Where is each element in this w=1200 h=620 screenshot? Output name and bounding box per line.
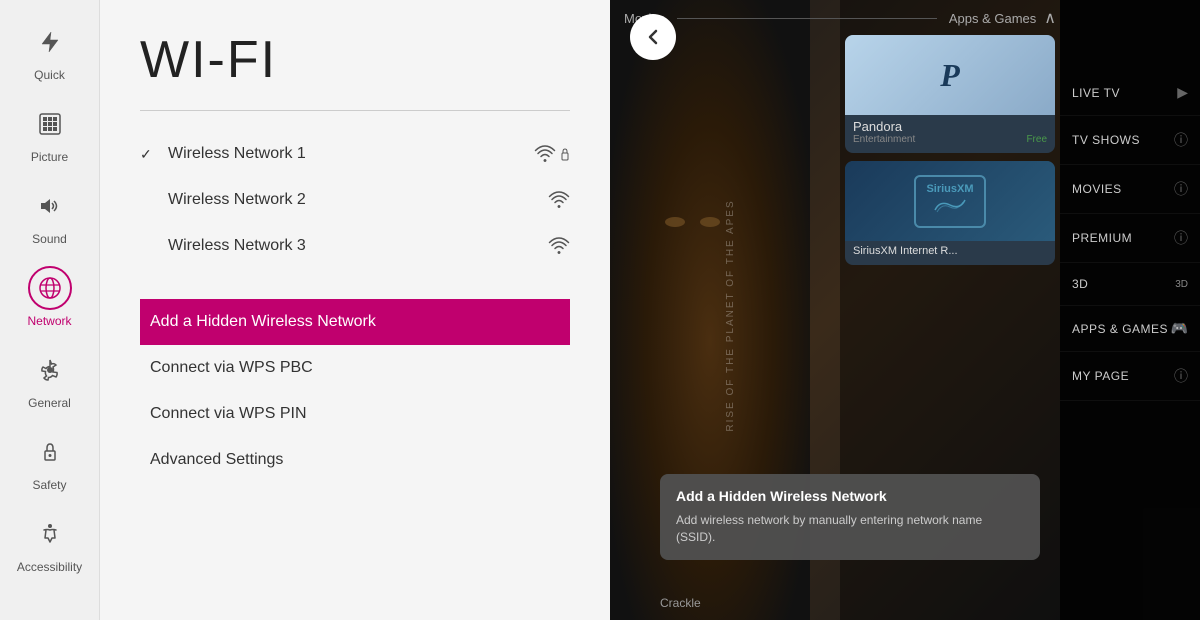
- siriusxm-name: SiriusXM Internet R...: [853, 245, 1047, 257]
- crackle-label: Crackle: [660, 596, 701, 610]
- wifi-panel: WI-FI ✓ Wireless Network 1 ✓: [100, 0, 610, 620]
- sidebar: Quick Picture: [0, 0, 100, 620]
- accessibility-icon: [28, 512, 72, 556]
- tv-nav-tv-shows[interactable]: TV SHOWS ⓘ: [1060, 116, 1200, 165]
- action-list: Add a Hidden Wireless Network Connect vi…: [140, 299, 570, 483]
- sidebar-item-picture-label: Picture: [31, 150, 68, 164]
- tv-nav-my-page[interactable]: MY PAGE ⓘ: [1060, 352, 1200, 401]
- sound-icon: [28, 184, 72, 228]
- pandora-sub: Entertainment: [853, 134, 915, 145]
- apps-games-nav-icon: 🎮: [1171, 320, 1188, 337]
- premium-icon: ⓘ: [1174, 228, 1188, 248]
- network-1-name: Wireless Network 1: [168, 145, 534, 163]
- network-2-name: Wireless Network 2: [168, 191, 548, 209]
- pandora-badge: Free: [1026, 134, 1047, 145]
- sidebar-item-quick-label: Quick: [34, 68, 65, 82]
- tooltip-title: Add a Hidden Wireless Network: [676, 488, 1024, 504]
- picture-icon: [28, 102, 72, 146]
- network-item-3[interactable]: ✓ Wireless Network 3: [140, 223, 570, 269]
- sidebar-item-general[interactable]: General: [0, 338, 99, 420]
- sidebar-item-sound-label: Sound: [32, 232, 67, 246]
- tv-nav-movies[interactable]: MOVIES ⓘ: [1060, 165, 1200, 214]
- 3d-icon: 3D: [1175, 279, 1188, 290]
- network-list: ✓ Wireless Network 1 ✓ Wireless Network …: [140, 131, 570, 269]
- sidebar-item-network[interactable]: Network: [0, 256, 99, 338]
- safety-icon: [28, 430, 72, 474]
- connect-wps-pin-btn[interactable]: Connect via WPS PIN: [140, 391, 570, 437]
- sidebar-item-accessibility[interactable]: Accessibility: [0, 502, 99, 584]
- tv-main: RISE OF THE PLANET OF THE APES Movies Ap…: [610, 0, 1060, 620]
- network-icon: [28, 266, 72, 310]
- sidebar-item-network-label: Network: [27, 314, 71, 328]
- apps-games-section-label: Apps & Games: [949, 11, 1036, 26]
- tv-content: RISE OF THE PLANET OF THE APES Movies Ap…: [610, 0, 1200, 620]
- divider: [140, 110, 570, 111]
- tooltip-text: Add wireless network by manually enterin…: [676, 512, 1024, 546]
- network-item-2[interactable]: ✓ Wireless Network 2: [140, 177, 570, 223]
- tv-shows-label: TV SHOWS: [1072, 133, 1140, 147]
- tv-nav-premium[interactable]: PREMIUM ⓘ: [1060, 214, 1200, 263]
- network-1-checkmark: ✓: [140, 146, 160, 163]
- general-icon: [28, 348, 72, 392]
- sidebar-item-general-label: General: [28, 396, 71, 410]
- siriusxm-app-tile[interactable]: SiriusXM SiriusXM Internet R...: [845, 161, 1055, 265]
- pandora-name: Pandora: [853, 119, 1047, 134]
- tv-nav-live-tv[interactable]: LIVE TV ▶: [1060, 70, 1200, 116]
- add-hidden-network-btn[interactable]: Add a Hidden Wireless Network: [140, 299, 570, 345]
- my-page-label: MY PAGE: [1072, 369, 1129, 383]
- 3d-label: 3D: [1072, 277, 1088, 291]
- movies-label: MOVIES: [1072, 182, 1122, 196]
- movies-icon: ⓘ: [1174, 179, 1188, 199]
- pandora-app-tile[interactable]: P Pandora Entertainment Free: [845, 35, 1055, 153]
- sidebar-item-sound[interactable]: Sound: [0, 174, 99, 256]
- tv-shows-icon: ⓘ: [1174, 130, 1188, 150]
- page-title: WI-FI: [140, 30, 570, 90]
- movie-title: RISE OF THE PLANET OF THE APES: [725, 199, 736, 431]
- apps-grid: P Pandora Entertainment Free SiriusX: [845, 35, 1055, 265]
- network-3-name: Wireless Network 3: [168, 237, 548, 255]
- tooltip-popup: Add a Hidden Wireless Network Add wirele…: [660, 474, 1040, 560]
- tv-panel: RISE OF THE PLANET OF THE APES Movies Ap…: [610, 0, 1200, 620]
- sidebar-item-quick[interactable]: Quick: [0, 10, 99, 92]
- advanced-settings-btn[interactable]: Advanced Settings: [140, 437, 570, 483]
- sidebar-item-safety[interactable]: Safety: [0, 420, 99, 502]
- sidebar-item-safety-label: Safety: [32, 478, 66, 492]
- quick-icon: [28, 20, 72, 64]
- sidebar-item-accessibility-label: Accessibility: [17, 560, 82, 574]
- wifi-1-icon: [534, 145, 570, 163]
- collapse-icon[interactable]: ∧: [1044, 8, 1056, 28]
- tv-nav-3d[interactable]: 3D 3D: [1060, 263, 1200, 306]
- connect-wps-pbc-btn[interactable]: Connect via WPS PBC: [140, 345, 570, 391]
- wifi-3-icon: [548, 237, 570, 255]
- live-tv-icon: ▶: [1177, 84, 1188, 101]
- network-item-1[interactable]: ✓ Wireless Network 1: [140, 131, 570, 177]
- back-button[interactable]: [630, 14, 676, 60]
- sidebar-item-picture[interactable]: Picture: [0, 92, 99, 174]
- apps-games-label: APPS & GAMES: [1072, 322, 1168, 336]
- my-page-icon: ⓘ: [1174, 366, 1188, 386]
- tv-right-nav: LIVE TV ▶ TV SHOWS ⓘ MOVIES ⓘ PREMIUM ⓘ …: [1060, 0, 1200, 620]
- tv-nav-apps-games[interactable]: APPS & GAMES 🎮: [1060, 306, 1200, 352]
- wifi-2-icon: [548, 191, 570, 209]
- live-tv-label: LIVE TV: [1072, 86, 1120, 100]
- premium-label: PREMIUM: [1072, 231, 1132, 245]
